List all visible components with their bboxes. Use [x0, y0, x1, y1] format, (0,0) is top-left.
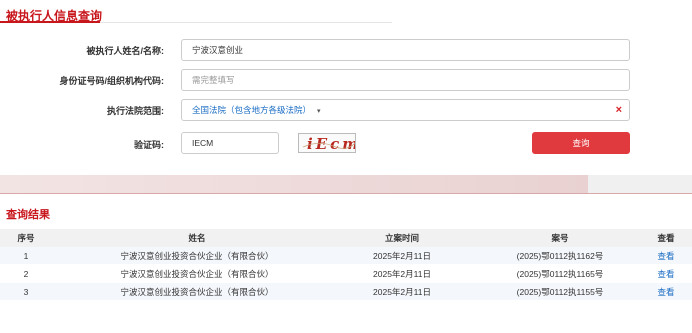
band-right — [588, 175, 692, 193]
row-date: 2025年2月11日 — [373, 287, 431, 297]
header-date: 立案时间 — [384, 233, 419, 243]
table-header: 序号 姓名 立案时间 案号 查看 — [0, 229, 692, 247]
section-band — [0, 175, 692, 194]
row-no: 2 — [23, 269, 29, 279]
row-name: 宁波汉意创业投资合伙企业（有限合伙） — [120, 251, 274, 261]
row-date: 2025年2月11日 — [373, 251, 431, 261]
title-divider — [0, 21, 392, 23]
view-link[interactable]: 查看 — [648, 283, 684, 301]
header-view: 查看 — [657, 233, 675, 243]
table-row: 3 宁波汉意创业投资合伙企业（有限合伙） 2025年2月11日 (2025)鄂0… — [0, 283, 692, 301]
court-label: 执行法院范围: — [107, 106, 164, 116]
search-button[interactable]: 查询 — [532, 132, 630, 154]
court-select-value: 全国法院（包含地方各级法院） — [192, 105, 312, 115]
header-case: 案号 — [551, 233, 569, 243]
row-case: (2025)鄂0112执1155号 — [516, 287, 604, 297]
results-title: 查询结果 — [6, 209, 50, 221]
table-row: 1 宁波汉意创业投资合伙企业（有限合伙） 2025年2月11日 (2025)鄂0… — [0, 247, 692, 265]
captcha-image[interactable]: iEcm — [298, 133, 356, 153]
name-label: 被执行人姓名/名称: — [86, 46, 165, 56]
clear-icon[interactable]: × — [616, 100, 622, 120]
court-select[interactable]: 全国法院（包含地方各级法院） ▾ × — [181, 99, 630, 121]
name-input[interactable]: 宁波汉意创业 — [181, 39, 630, 61]
id-label: 身份证号码/组织机构代码: — [59, 76, 165, 86]
row-name: 宁波汉意创业投资合伙企业（有限合伙） — [120, 287, 274, 297]
chevron-down-icon: ▾ — [317, 108, 321, 115]
id-input[interactable]: 需完整填写 — [181, 69, 630, 91]
row-date: 2025年2月11日 — [373, 269, 431, 279]
row-case: (2025)鄂0112执1165号 — [516, 269, 604, 279]
captcha-label: 验证码: — [134, 140, 164, 150]
band-line — [0, 193, 692, 194]
captcha-input[interactable]: IECM — [181, 132, 279, 154]
band-left — [0, 175, 588, 193]
row-no: 1 — [23, 251, 29, 261]
view-link[interactable]: 查看 — [648, 265, 684, 283]
results-table: 序号 姓名 立案时间 案号 查看 1 宁波汉意创业投资合伙企业（有限合伙） 20… — [0, 229, 692, 301]
header-no: 序号 — [17, 233, 35, 243]
view-link[interactable]: 查看 — [648, 247, 684, 265]
header-name: 姓名 — [188, 233, 206, 243]
table-row: 2 宁波汉意创业投资合伙企业（有限合伙） 2025年2月11日 (2025)鄂0… — [0, 265, 692, 283]
row-case: (2025)鄂0112执1162号 — [516, 251, 604, 261]
row-name: 宁波汉意创业投资合伙企业（有限合伙） — [120, 269, 274, 279]
row-no: 3 — [23, 287, 29, 297]
